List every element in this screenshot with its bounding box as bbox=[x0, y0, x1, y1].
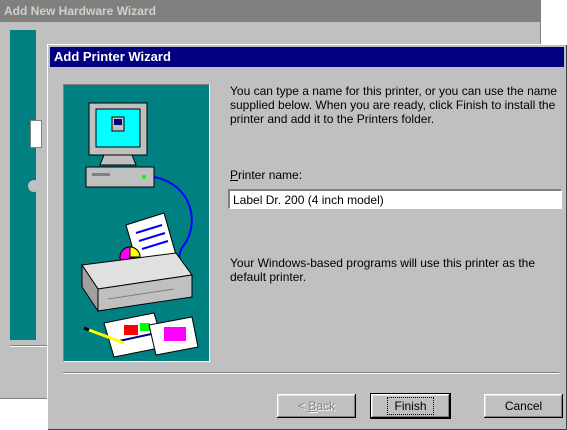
back-button-prefix: < bbox=[297, 399, 309, 413]
background-illustration-fragment-2 bbox=[28, 180, 40, 192]
background-illustration-fragment bbox=[30, 120, 42, 148]
back-button[interactable]: < Back bbox=[277, 394, 356, 418]
add-printer-wizard-dialog: Add Printer Wizard You can type a name f… bbox=[47, 44, 567, 430]
back-button-label: ack bbox=[316, 399, 336, 413]
printer-computer-illustration bbox=[81, 102, 199, 358]
printer-name-label: Printer name: bbox=[230, 168, 302, 182]
printer-name-label-hotkey: P bbox=[230, 168, 239, 182]
printer-name-input[interactable] bbox=[228, 189, 562, 209]
button-separator bbox=[63, 372, 559, 374]
printer-name-label-text: rinter name: bbox=[238, 168, 303, 182]
dialog-title: Add Printer Wizard bbox=[50, 47, 564, 67]
cancel-button[interactable]: Cancel bbox=[484, 394, 563, 418]
default-printer-note: Your Windows-based programs will use thi… bbox=[230, 256, 536, 284]
intro-text: You can type a name for this printer, or… bbox=[230, 84, 558, 126]
finish-button[interactable]: Finish bbox=[371, 394, 450, 418]
finish-button-label: Finish bbox=[387, 397, 434, 415]
wizard-illustration-panel bbox=[63, 84, 210, 362]
background-separator bbox=[10, 345, 50, 347]
background-illustration-panel bbox=[10, 30, 42, 340]
background-window-title: Add New Hardware Wizard bbox=[0, 0, 540, 22]
